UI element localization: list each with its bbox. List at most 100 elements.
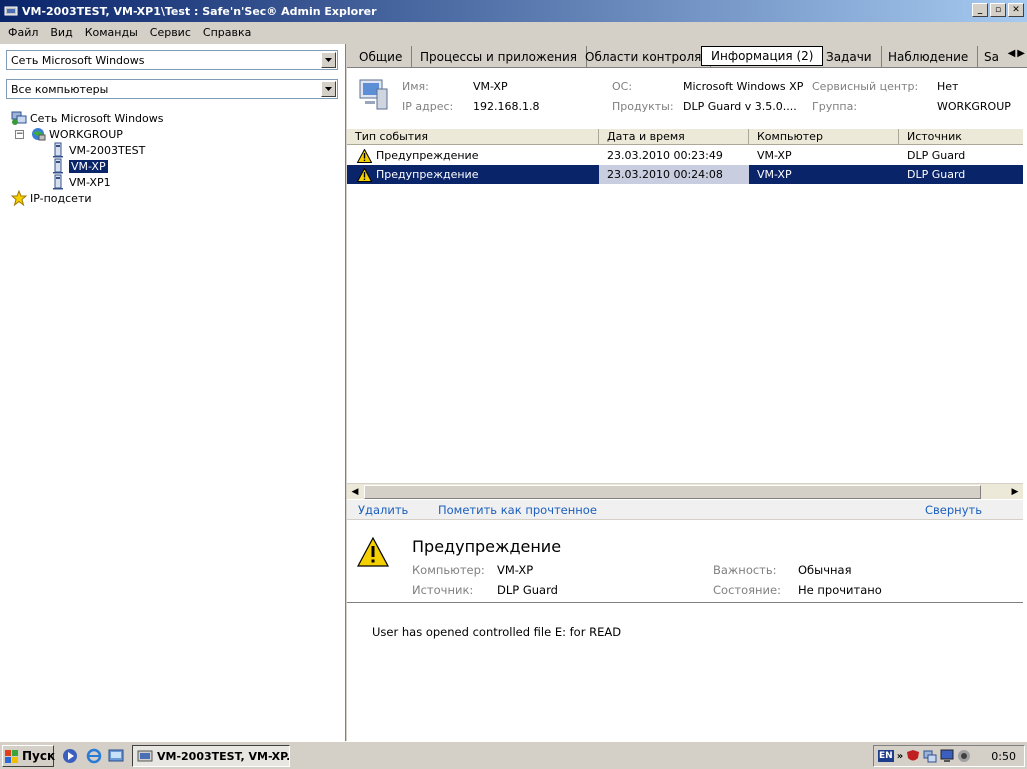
action-bar: Удалить Пометить как прочтенное Свернуть	[347, 500, 1023, 520]
menu-help[interactable]: Справка	[197, 26, 257, 39]
tree-root[interactable]: Сеть Microsoft Windows	[11, 110, 164, 126]
horizontal-scrollbar[interactable]: ◀ ▶	[347, 483, 1023, 499]
detail-computer-label: Компьютер:	[412, 563, 485, 577]
detail-source-value: DLP Guard	[497, 583, 558, 597]
event-row[interactable]: Предупреждение 23.03.2010 00:23:49 VM-XP…	[347, 146, 1023, 165]
right-panel: Общие Процессы и приложения Области конт…	[347, 44, 1027, 741]
event-list-header: Тип события Дата и время Компьютер Источ…	[347, 129, 1023, 145]
media-player-icon[interactable]	[61, 747, 79, 765]
system-tray: EN » 0:50	[873, 745, 1025, 767]
menu-commands[interactable]: Команды	[79, 26, 144, 39]
tree-item-vm-xp1[interactable]: VM-XP1	[50, 174, 111, 190]
taskbar: Пуск VM-2003TEST, VM-XP... EN » 0:50	[0, 741, 1027, 769]
start-label: Пуск	[22, 749, 56, 763]
scroll-right-icon[interactable]: ▶	[1017, 48, 1025, 59]
warning-large-icon	[356, 536, 390, 570]
computer-icon	[50, 158, 66, 174]
network-combo-value: Сеть Microsoft Windows	[11, 53, 145, 67]
close-button[interactable]: ✕	[1008, 3, 1024, 17]
menu-bar: Файл Вид Команды Сервис Справка	[0, 22, 1027, 42]
column-header-datetime[interactable]: Дата и время	[599, 129, 749, 145]
group-value: WORKGROUP	[937, 100, 1011, 113]
computer-large-icon	[357, 77, 391, 114]
warning-icon	[357, 148, 372, 163]
menu-file[interactable]: Файл	[2, 26, 44, 39]
tree-item-vm-2003test[interactable]: VM-2003TEST	[50, 142, 145, 158]
detail-state-value: Не прочитано	[798, 583, 882, 597]
tree-ip-subnets[interactable]: IP-подсети	[11, 190, 92, 206]
delete-link[interactable]: Удалить	[358, 503, 408, 517]
column-header-source[interactable]: Источник	[899, 129, 1023, 145]
name-value: VM-XP	[473, 80, 508, 93]
tab-monitoring[interactable]: Наблюдение	[879, 46, 979, 67]
taskbar-window-button[interactable]: VM-2003TEST, VM-XP...	[132, 745, 290, 767]
minimize-button[interactable]: _	[972, 3, 988, 17]
detail-title: Предупреждение	[412, 537, 562, 556]
detail-computer-value: VM-XP	[497, 563, 534, 577]
products-label: Продукты:	[612, 100, 674, 113]
network-combo[interactable]: Сеть Microsoft Windows	[6, 50, 338, 70]
tree-workgroup-label: WORKGROUP	[49, 127, 123, 141]
collapse-link[interactable]: Свернуть	[925, 503, 982, 517]
tab-tasks[interactable]: Задачи	[817, 46, 882, 67]
start-button[interactable]: Пуск	[2, 745, 56, 767]
tree-workgroup[interactable]: WORKGROUP	[30, 126, 123, 142]
tree-ip-subnets-label: IP-подсети	[30, 191, 92, 205]
tree-item-vm-xp[interactable]: VM-XP	[50, 158, 108, 174]
tree-root-label: Сеть Microsoft Windows	[30, 111, 164, 125]
tab-control-areas[interactable]: Области контроля	[576, 46, 712, 67]
title-bar: VM-2003TEST, VM-XP1\Test : Safe'n'Sec® A…	[0, 0, 1027, 22]
maximize-button[interactable]: ▫	[990, 3, 1006, 17]
menu-service[interactable]: Сервис	[144, 26, 197, 39]
os-value: Microsoft Windows XP	[683, 80, 804, 93]
windows-logo-icon	[5, 749, 19, 763]
scroll-left-icon[interactable]: ◀	[347, 484, 363, 500]
ip-label: IP адрес:	[402, 100, 454, 113]
event-message: User has opened controlled file E: for R…	[372, 625, 622, 639]
detail-state-label: Состояние:	[713, 583, 781, 597]
event-row-selected[interactable]: Предупреждение 23.03.2010 00:24:08 VM-XP…	[347, 165, 1023, 184]
tree-item-label: VM-2003TEST	[69, 143, 146, 157]
computers-combo-value: Все компьютеры	[11, 82, 109, 96]
service-center-value: Нет	[937, 80, 959, 93]
column-header-event-type[interactable]: Тип события	[347, 129, 599, 145]
menu-view[interactable]: Вид	[44, 26, 78, 39]
tab-processes[interactable]: Процессы и приложения	[411, 46, 587, 67]
language-indicator[interactable]: EN	[878, 750, 894, 762]
tab-information[interactable]: Информация (2)	[701, 46, 824, 66]
scroll-right-icon[interactable]: ▶	[1007, 484, 1023, 500]
tab-more[interactable]: Sa	[975, 46, 1008, 67]
network-tray-icon[interactable]	[923, 749, 937, 763]
detail-source-label: Источник:	[412, 583, 474, 597]
mark-read-link[interactable]: Пометить как прочтенное	[438, 503, 597, 517]
event-source: DLP Guard	[907, 168, 966, 181]
scrollbar-thumb[interactable]	[364, 485, 981, 499]
collapse-toggle[interactable]: −	[15, 130, 24, 139]
show-desktop-icon[interactable]	[107, 747, 125, 765]
column-header-computer[interactable]: Компьютер	[749, 129, 899, 145]
service-center-label: Сервисный центр:	[812, 80, 919, 93]
left-panel: Сеть Microsoft Windows Все компьютеры Се…	[0, 44, 346, 741]
computer-icon	[50, 142, 66, 158]
detail-importance-value: Обычная	[798, 563, 852, 577]
detail-importance-label: Важность:	[713, 563, 777, 577]
os-label: ОС:	[612, 80, 633, 93]
chevron-down-icon[interactable]	[321, 52, 336, 68]
scroll-left-icon[interactable]: ◀	[1008, 48, 1016, 59]
shield-icon[interactable]	[906, 749, 920, 763]
tray-expand-icon[interactable]: »	[897, 751, 903, 762]
security-tray-icon[interactable]	[957, 749, 971, 763]
products-value: DLP Guard v 3.5.0....	[683, 100, 797, 113]
event-source: DLP Guard	[907, 149, 966, 162]
name-label: Имя:	[402, 80, 429, 93]
star-icon	[11, 190, 27, 206]
tab-general[interactable]: Общие	[350, 46, 413, 67]
computer-info: Имя: VM-XP IP адрес: 192.168.1.8 ОС: Mic…	[347, 69, 1027, 121]
computer-tray-icon[interactable]	[940, 749, 954, 763]
internet-explorer-icon[interactable]	[85, 747, 103, 765]
network-icon	[11, 110, 27, 126]
chevron-down-icon[interactable]	[321, 81, 336, 97]
ip-value: 192.168.1.8	[473, 100, 540, 113]
warning-icon	[357, 167, 372, 182]
computers-combo[interactable]: Все компьютеры	[6, 79, 338, 99]
